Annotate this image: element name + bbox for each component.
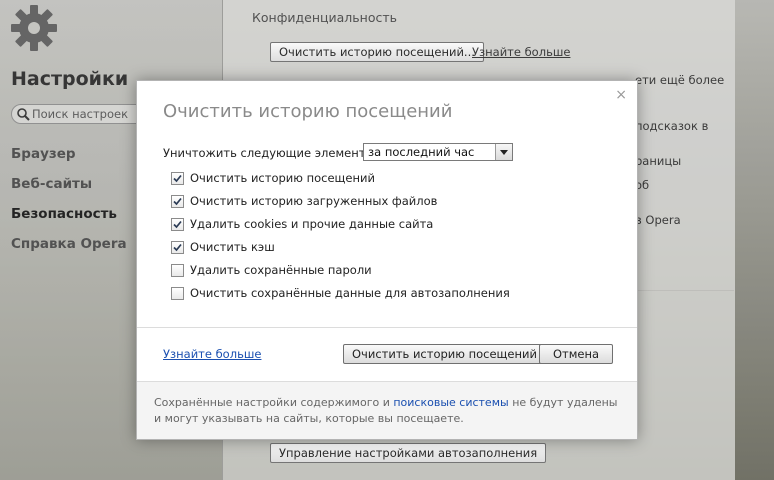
option-label: Удалить cookies и прочие данные сайта	[190, 217, 434, 231]
checkbox[interactable]	[171, 218, 184, 231]
checkbox[interactable]	[171, 241, 184, 254]
option-label: Удалить сохранённые пароли	[190, 263, 372, 277]
period-select[interactable]: за последний час	[363, 143, 513, 161]
footer-note: Сохранённые настройки содержимого и поис…	[154, 395, 620, 426]
dialog-footer: Сохранённые настройки содержимого и поис…	[137, 381, 637, 439]
search-engines-link[interactable]: поисковые системы	[393, 396, 508, 409]
destroy-label: Уничтожить следующие элементы:	[163, 146, 379, 160]
option-label: Очистить историю посещений	[190, 171, 375, 185]
chevron-down-icon[interactable]	[495, 144, 512, 160]
close-icon[interactable]: ×	[615, 87, 627, 103]
cancel-button[interactable]: Отмена	[539, 344, 614, 364]
checkbox[interactable]	[171, 172, 184, 185]
check-icon	[173, 220, 182, 229]
checkbox[interactable]	[171, 195, 184, 208]
check-icon	[173, 243, 182, 252]
dialog-divider	[137, 327, 637, 328]
learn-more-link[interactable]: Узнайте больше	[163, 347, 261, 361]
dialog-title: Очистить историю посещений	[163, 101, 453, 122]
period-select-value: за последний час	[368, 145, 475, 159]
footer-text-prefix: Сохранённые настройки содержимого и	[154, 396, 390, 409]
option-label: Очистить историю загруженных файлов	[190, 194, 438, 208]
confirm-clear-button[interactable]: Очистить историю посещений	[343, 344, 546, 364]
check-icon	[173, 174, 182, 183]
option-label: Очистить кэш	[190, 240, 275, 254]
clear-history-dialog: × Очистить историю посещений Уничтожить …	[136, 80, 638, 440]
checkbox[interactable]	[171, 287, 184, 300]
option-label: Очистить сохранённые данные для автозапо…	[190, 286, 510, 300]
check-icon	[173, 197, 182, 206]
checkbox[interactable]	[171, 264, 184, 277]
footer-divider	[137, 381, 637, 382]
